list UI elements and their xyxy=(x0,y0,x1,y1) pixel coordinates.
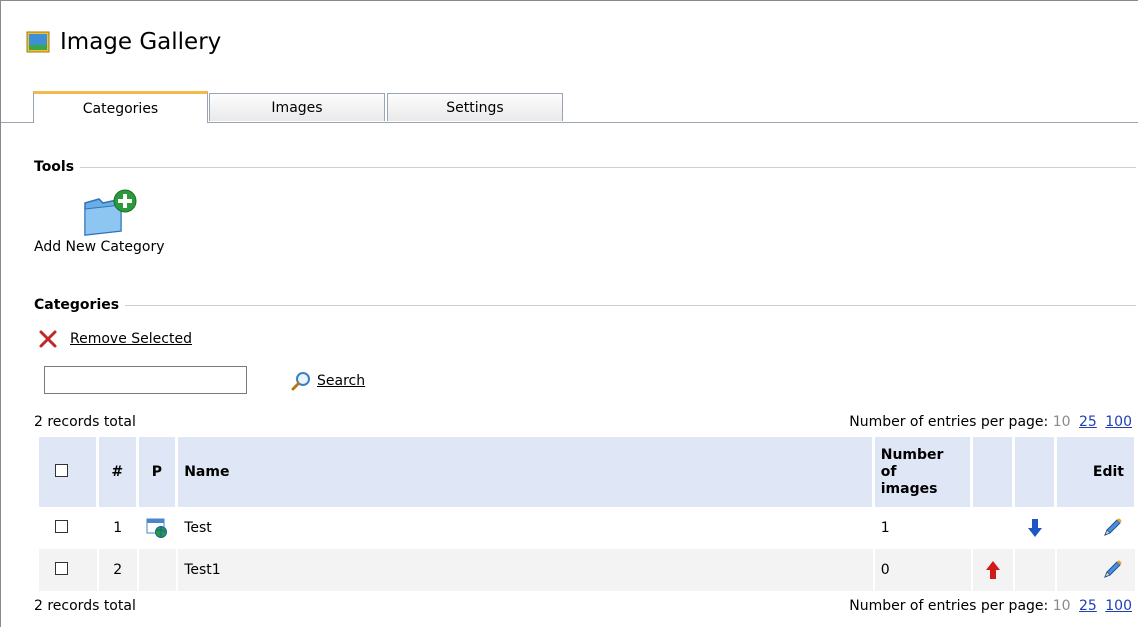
tab-label: Categories xyxy=(82,100,159,117)
row-num: 2 xyxy=(98,549,137,591)
categories-heading: Categories xyxy=(34,297,120,313)
section-divider xyxy=(80,166,1136,168)
column-header-p[interactable]: P xyxy=(138,437,177,507)
records-total-top: 2 records total xyxy=(34,414,136,430)
row-name: Test xyxy=(184,520,212,536)
per-page-option-100[interactable]: 100 xyxy=(1105,598,1132,614)
column-header-images-line: of xyxy=(880,463,897,480)
search-icon xyxy=(291,372,310,391)
per-page-option-100[interactable]: 100 xyxy=(1105,414,1132,430)
row-checkbox[interactable] xyxy=(55,561,68,575)
column-header-edit: Edit xyxy=(1056,437,1135,507)
column-header-images[interactable]: Number of images xyxy=(874,437,972,507)
per-page-current: 10 xyxy=(1052,598,1071,614)
page-frame: Image Gallery Categories Images Settings… xyxy=(0,0,1138,627)
web-page-icon xyxy=(146,518,168,538)
column-header-images-line: images xyxy=(880,480,938,497)
page-title: Image Gallery xyxy=(60,29,222,55)
row-page-cell xyxy=(139,507,177,549)
section-divider xyxy=(125,304,1136,306)
image-gallery-icon xyxy=(26,31,50,53)
tab-images[interactable]: Images xyxy=(209,93,385,121)
per-page-bottom: Number of entries per page: 10 25 100 xyxy=(849,598,1132,614)
column-header-num[interactable]: # xyxy=(98,437,137,507)
edit-pencil-icon[interactable] xyxy=(1101,517,1123,539)
edit-pencil-icon[interactable] xyxy=(1101,559,1123,581)
add-category-label: Add New Category xyxy=(34,239,165,255)
row-edit-cell xyxy=(1056,549,1135,591)
row-move-up-cell xyxy=(973,549,1013,591)
column-header-name[interactable]: Name xyxy=(178,437,873,507)
tools-section-header: Tools xyxy=(34,159,1136,175)
tab-categories[interactable]: Categories xyxy=(33,91,208,123)
table-row: 2 Test1 0 xyxy=(39,549,1135,591)
tab-label: Images xyxy=(271,99,323,116)
per-page-top: Number of entries per page: 10 25 100 xyxy=(849,414,1132,430)
per-page-label: Number of entries per page: xyxy=(849,598,1049,614)
tab-bar: Categories Images Settings xyxy=(1,91,1138,123)
arrow-up-icon[interactable] xyxy=(986,561,1001,579)
select-all-header xyxy=(39,437,97,507)
column-header-move-up xyxy=(973,437,1013,507)
per-page-current: 10 xyxy=(1052,414,1071,430)
row-images-count: 0 xyxy=(874,549,972,591)
row-select-cell xyxy=(39,507,97,549)
row-move-down-cell xyxy=(1015,507,1055,549)
row-move-down-cell xyxy=(1015,549,1055,591)
per-page-option-25[interactable]: 25 xyxy=(1079,598,1097,614)
row-page-cell xyxy=(138,549,177,591)
tab-settings[interactable]: Settings xyxy=(387,93,563,121)
delete-x-icon xyxy=(39,330,57,348)
row-edit-cell xyxy=(1057,507,1135,549)
arrow-down-icon[interactable] xyxy=(1027,519,1042,537)
row-checkbox[interactable] xyxy=(55,519,68,533)
categories-section-header: Categories xyxy=(34,297,1136,313)
table-row: 1 Test 1 xyxy=(39,507,1135,549)
table-header-row: # P Name Number of images Edit xyxy=(39,437,1135,507)
tools-heading: Tools xyxy=(34,159,75,175)
search-button[interactable]: Search xyxy=(291,371,365,391)
tab-label: Settings xyxy=(446,99,504,116)
row-name: Test1 xyxy=(178,549,873,591)
per-page-option-25[interactable]: 25 xyxy=(1079,414,1097,430)
select-all-checkbox[interactable] xyxy=(55,463,68,477)
row-num: 1 xyxy=(113,520,123,536)
row-select-cell xyxy=(39,549,97,591)
records-total-bottom: 2 records total xyxy=(34,598,136,614)
column-header-images-line: Number xyxy=(880,446,944,463)
search-input[interactable] xyxy=(44,366,247,394)
row-move-up-cell xyxy=(973,507,1013,549)
search-label: Search xyxy=(317,373,366,389)
page-header: Image Gallery xyxy=(26,29,221,55)
column-header-move-down xyxy=(1015,437,1055,507)
per-page-label: Number of entries per page: xyxy=(849,414,1049,430)
remove-selected-button[interactable]: Remove Selected xyxy=(38,329,192,349)
categories-table: # P Name Number of images Edit 1 Test 1 … xyxy=(37,437,1137,591)
remove-selected-label: Remove Selected xyxy=(70,331,192,347)
add-folder-icon xyxy=(84,189,137,236)
row-images-count: 1 xyxy=(880,520,890,536)
